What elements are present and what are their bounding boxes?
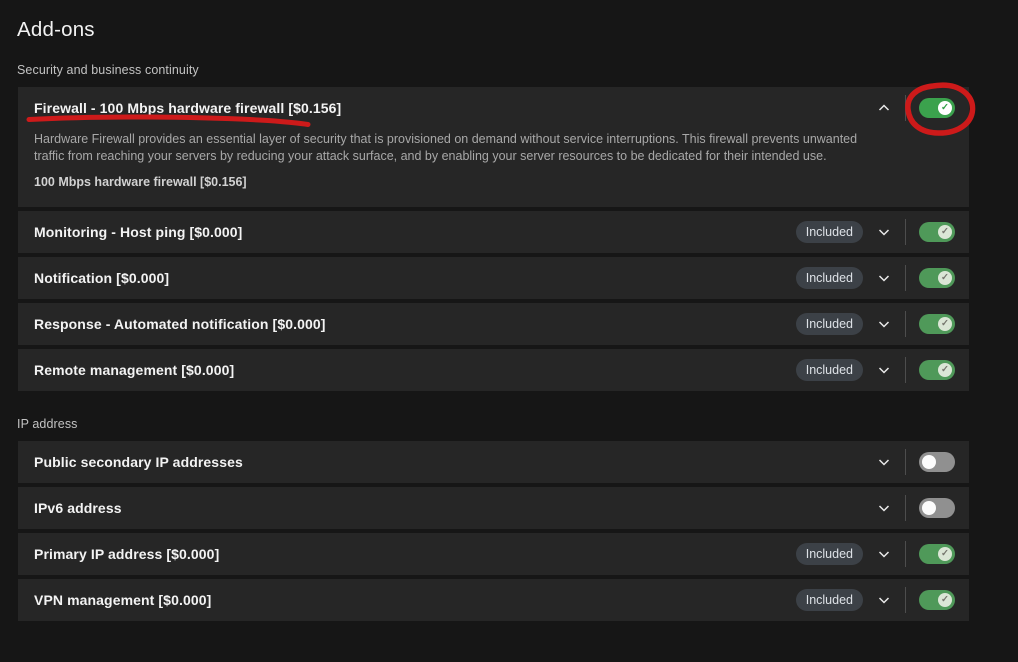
divider [905, 495, 906, 521]
check-icon: ✓ [941, 273, 949, 283]
addons-page: Add-ons Security and business continuity… [0, 0, 1018, 662]
chevron-down-icon[interactable] [876, 500, 892, 516]
divider [905, 449, 906, 475]
chevron-down-icon[interactable] [876, 224, 892, 240]
divider [905, 541, 906, 567]
section-label-ip-address: IP address [17, 417, 1018, 431]
divider [905, 95, 906, 121]
addon-row-header-notification[interactable]: Notification [$0.000] Included ✓ [18, 257, 969, 299]
addon-title-vpn: VPN management [$0.000] [34, 592, 211, 608]
toggle-knob: ✓ [938, 317, 952, 331]
included-badge: Included [796, 589, 863, 611]
addon-row-header-remote-management[interactable]: Remote management [$0.000] Included ✓ [18, 349, 969, 391]
addon-row-header-monitoring[interactable]: Monitoring - Host ping [$0.000] Included… [18, 211, 969, 253]
addon-row-header-public-secondary-ip[interactable]: Public secondary IP addresses [18, 441, 969, 483]
addon-row-firewall: Firewall - 100 Mbps hardware firewall [$… [18, 87, 969, 207]
addon-title-primary-ip: Primary IP address [$0.000] [34, 546, 219, 562]
addon-row-header-ipv6[interactable]: IPv6 address [18, 487, 969, 529]
monitoring-toggle[interactable]: ✓ [919, 222, 955, 242]
chevron-down-icon[interactable] [876, 316, 892, 332]
firewall-toggle[interactable]: ✓ [919, 98, 955, 118]
addon-row-header-response[interactable]: Response - Automated notification [$0.00… [18, 303, 969, 345]
included-badge: Included [796, 313, 863, 335]
chevron-down-icon[interactable] [876, 362, 892, 378]
addon-row-header-vpn[interactable]: VPN management [$0.000] Included ✓ [18, 579, 969, 621]
chevron-down-icon[interactable] [876, 546, 892, 562]
page-title: Add-ons [0, 0, 1018, 42]
toggle-knob [922, 455, 936, 469]
firewall-description: Hardware Firewall provides an essential … [34, 131, 879, 165]
toggle-knob: ✓ [938, 363, 952, 377]
section-ip-address: IP address Public secondary IP addresses [0, 417, 1018, 621]
toggle-knob: ✓ [938, 271, 952, 285]
check-icon: ✓ [941, 365, 949, 375]
toggle-knob: ✓ [938, 547, 952, 561]
addon-row-header-primary-ip[interactable]: Primary IP address [$0.000] Included ✓ [18, 533, 969, 575]
divider [905, 587, 906, 613]
addon-row-primary-ip: Primary IP address [$0.000] Included ✓ [18, 533, 969, 575]
addon-row-ipv6: IPv6 address [18, 487, 969, 529]
vpn-toggle[interactable]: ✓ [919, 590, 955, 610]
divider [905, 357, 906, 383]
addon-row-remote-management: Remote management [$0.000] Included ✓ [18, 349, 969, 391]
check-icon: ✓ [941, 227, 949, 237]
addon-row-notification: Notification [$0.000] Included ✓ [18, 257, 969, 299]
toggle-knob [922, 501, 936, 515]
divider [905, 265, 906, 291]
primary-ip-toggle[interactable]: ✓ [919, 544, 955, 564]
addon-row-monitoring: Monitoring - Host ping [$0.000] Included… [18, 211, 969, 253]
included-badge: Included [796, 359, 863, 381]
addon-row-public-secondary-ip: Public secondary IP addresses [18, 441, 969, 483]
included-badge: Included [796, 267, 863, 289]
divider [905, 311, 906, 337]
addon-title-notification: Notification [$0.000] [34, 270, 169, 286]
notification-toggle[interactable]: ✓ [919, 268, 955, 288]
toggle-knob: ✓ [938, 225, 952, 239]
addon-title-monitoring: Monitoring - Host ping [$0.000] [34, 224, 242, 240]
toggle-knob: ✓ [938, 101, 952, 115]
included-badge: Included [796, 543, 863, 565]
addon-title-response: Response - Automated notification [$0.00… [34, 316, 326, 332]
remote-management-toggle[interactable]: ✓ [919, 360, 955, 380]
addon-row-header-firewall[interactable]: Firewall - 100 Mbps hardware firewall [$… [18, 87, 969, 129]
addon-row-vpn: VPN management [$0.000] Included ✓ [18, 579, 969, 621]
divider [905, 219, 906, 245]
toggle-knob: ✓ [938, 593, 952, 607]
addon-title-ipv6: IPv6 address [34, 500, 122, 516]
chevron-down-icon[interactable] [876, 592, 892, 608]
check-icon: ✓ [941, 319, 949, 329]
check-icon: ✓ [941, 595, 949, 605]
check-icon: ✓ [941, 549, 949, 559]
check-icon: ✓ [941, 103, 949, 113]
ipv6-toggle[interactable] [919, 498, 955, 518]
section-label-security: Security and business continuity [17, 63, 1018, 77]
chevron-down-icon[interactable] [876, 270, 892, 286]
addon-title-firewall: Firewall - 100 Mbps hardware firewall [$… [34, 100, 341, 116]
section-security: Security and business continuity Firewal… [0, 63, 1018, 391]
addon-row-response: Response - Automated notification [$0.00… [18, 303, 969, 345]
response-toggle[interactable]: ✓ [919, 314, 955, 334]
addon-title-remote-management: Remote management [$0.000] [34, 362, 234, 378]
public-secondary-ip-toggle[interactable] [919, 452, 955, 472]
chevron-up-icon[interactable] [876, 100, 892, 116]
addon-title-public-secondary-ip: Public secondary IP addresses [34, 454, 243, 470]
included-badge: Included [796, 221, 863, 243]
firewall-selected-option: 100 Mbps hardware firewall [$0.156] [34, 175, 953, 189]
chevron-down-icon[interactable] [876, 454, 892, 470]
